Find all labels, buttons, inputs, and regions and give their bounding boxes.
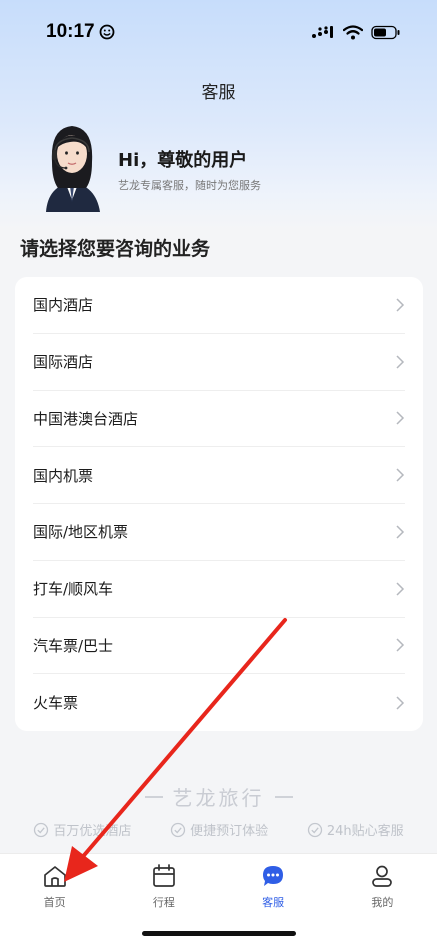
home-icon [43,866,66,887]
chevron-right-icon [396,298,405,312]
divider [144,795,163,798]
tab-itinerary[interactable]: 行程 [124,864,204,910]
menu-item-label: 国内机票 [33,466,94,485]
section-title: 请选择您要咨询的业务 [20,238,211,260]
feature-list: 百万优选酒店 便捷预订体验 24h贴心客服 [0,820,437,839]
check-circle-icon [34,822,49,837]
wifi-icon [343,24,363,39]
chevron-right-icon [396,582,405,596]
tab-label: 首页 [43,896,66,909]
status-icons [311,24,401,40]
chevron-right-icon [396,638,405,652]
agent-profile: Hi，尊敬的用户 艺龙专属客服，随时为您服务 [30,118,430,214]
tab-profile[interactable]: 我的 [342,864,422,910]
home-indicator [142,931,296,936]
check-circle-icon [170,822,186,837]
bottom-tab-bar: 首页 行程 客服 我的 [0,853,437,944]
menu-item-label: 国内酒店 [33,296,94,315]
agent-avatar [46,126,100,212]
status-bar: 10:17 [0,0,437,64]
menu-item-domestic-flight[interactable]: 国内机票 [33,447,405,504]
chevron-right-icon [396,468,405,482]
menu-item-label: 火车票 [33,694,79,713]
feature-item: 便捷预订体验 [170,820,268,839]
battery-icon [371,25,400,39]
menu-item-international-hotel[interactable]: 国际酒店 [33,334,405,391]
brand-name: 艺龙旅行 [172,786,265,810]
chevron-right-icon [396,525,405,539]
menu-item-label: 国际/地区机票 [33,523,129,542]
chevron-right-icon [396,355,405,369]
brand-slogan: 艺龙旅行 [0,782,437,811]
menu-item-label: 国际酒店 [33,353,94,372]
person-icon [372,865,393,887]
menu-item-international-flight[interactable]: 国际/地区机票 [33,504,405,561]
chevron-right-icon [396,696,405,710]
tab-label: 客服 [262,896,285,909]
tab-label: 我的 [371,896,394,909]
menu-item-bus-ticket[interactable]: 汽车票/巴士 [33,618,405,675]
tab-customer-service[interactable]: 客服 [233,864,313,910]
feature-item: 24h贴心客服 [307,820,404,839]
menu-item-label: 中国港澳台酒店 [33,409,139,428]
divider [274,795,293,798]
smiley-icon [99,24,115,40]
page-title: 客服 [201,83,236,103]
menu-item-label: 打车/顺风车 [33,580,114,599]
business-menu: 国内酒店 国际酒店 中国港澳台酒店 国内机票 国际/地区机票 打车/顺风车 汽车… [15,277,423,731]
chat-bubble-icon [263,866,284,886]
signal-icon [312,26,333,38]
tab-label: 行程 [152,896,175,909]
status-time: 10:17 [46,21,115,43]
menu-item-label: 汽车票/巴士 [33,636,114,655]
calendar-icon [153,864,175,887]
check-circle-icon [307,822,322,837]
greeting-text: Hi，尊敬的用户 [118,150,248,171]
menu-item-train-ticket[interactable]: 火车票 [33,674,405,731]
menu-item-hk-macao-taiwan-hotel[interactable]: 中国港澳台酒店 [33,391,405,448]
chevron-right-icon [396,411,405,425]
menu-item-taxi-carpool[interactable]: 打车/顺风车 [33,561,405,618]
feature-item: 百万优选酒店 [33,820,131,839]
tab-home[interactable]: 首页 [15,864,95,910]
menu-item-domestic-hotel[interactable]: 国内酒店 [33,277,405,334]
greeting-subtitle: 艺龙专属客服，随时为您服务 [118,179,261,192]
